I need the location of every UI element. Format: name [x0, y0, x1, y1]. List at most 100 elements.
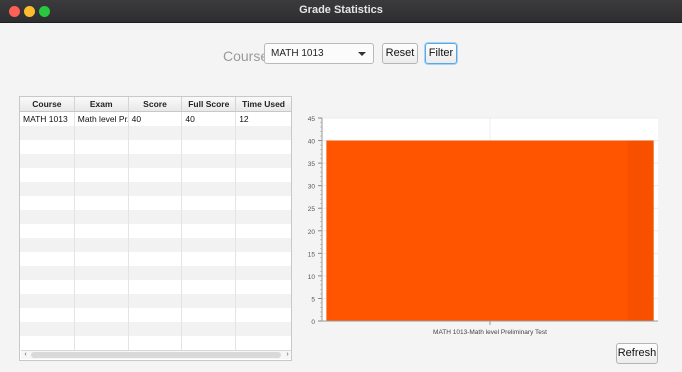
y-tick-label: 10 [308, 274, 316, 281]
empty-cell [75, 126, 129, 140]
table-body: MATH 1013 Math level Pr... 40 40 12 [20, 112, 291, 350]
empty-cell [20, 126, 75, 140]
empty-cell [129, 280, 183, 294]
empty-cell [75, 140, 129, 154]
empty-cell [20, 154, 75, 168]
empty-cell [182, 336, 237, 350]
empty-cell [129, 224, 183, 238]
empty-cell [182, 196, 237, 210]
empty-cell [182, 168, 237, 182]
empty-cell [182, 280, 237, 294]
empty-cell [236, 168, 291, 182]
table-row-empty [20, 308, 291, 322]
empty-cell [236, 154, 291, 168]
empty-cell [20, 182, 75, 196]
empty-cell [129, 168, 183, 182]
empty-cell [182, 154, 237, 168]
empty-cell [236, 308, 291, 322]
empty-cell [75, 252, 129, 266]
table-row-empty [20, 280, 291, 294]
chevron-down-icon [358, 52, 366, 56]
empty-cell [129, 140, 183, 154]
y-tick-label: 15 [308, 251, 316, 258]
reset-button[interactable]: Reset [382, 43, 418, 64]
table-row-empty [20, 322, 291, 336]
table-header: Course Exam Score Full Score Time Used [20, 97, 291, 112]
bar-shade [627, 140, 654, 321]
empty-cell [129, 294, 183, 308]
table-row-empty [20, 140, 291, 154]
column-header-score[interactable]: Score [129, 97, 183, 111]
title-bar: Grade Statistics [0, 0, 682, 23]
cell-time-used: 12 [239, 114, 249, 124]
empty-cell [236, 280, 291, 294]
y-tick-label: 5 [311, 296, 315, 303]
empty-cell [236, 238, 291, 252]
filter-button[interactable]: Filter [425, 43, 457, 64]
refresh-button[interactable]: Refresh [616, 343, 658, 364]
scrollbar-thumb[interactable] [31, 352, 281, 358]
empty-cell [75, 280, 129, 294]
empty-cell [75, 196, 129, 210]
empty-cell [129, 126, 183, 140]
empty-cell [75, 224, 129, 238]
empty-cell [236, 182, 291, 196]
empty-cell [75, 294, 129, 308]
empty-cell [182, 224, 237, 238]
empty-cell [20, 322, 75, 336]
empty-cell [20, 336, 75, 350]
table-row-empty [20, 266, 291, 280]
empty-cell [20, 140, 75, 154]
grades-table[interactable]: Course Exam Score Full Score Time Used M… [19, 96, 292, 361]
empty-cell [182, 210, 237, 224]
empty-cell [20, 238, 75, 252]
cell-exam: Math level Pr... [75, 112, 129, 126]
empty-cell [182, 238, 237, 252]
empty-cell [236, 126, 291, 140]
table-row[interactable]: MATH 1013 Math level Pr... 40 40 12 [20, 112, 291, 126]
table-row-empty [20, 210, 291, 224]
score-bar-chart: 0 5 10 15 20 25 30 35 40 45 MATH 1013-Math level P… [296, 103, 666, 343]
empty-cell [182, 126, 237, 140]
empty-cell [182, 182, 237, 196]
table-row-empty [20, 336, 291, 350]
empty-cell [182, 140, 237, 154]
column-header-course[interactable]: Course [20, 97, 75, 111]
column-header-time-used[interactable]: Time Used [236, 97, 291, 111]
empty-cell [20, 168, 75, 182]
empty-cell [75, 210, 129, 224]
table-row-empty [20, 168, 291, 182]
scroll-right-icon[interactable]: › [283, 351, 291, 359]
y-tick-label: 30 [308, 184, 316, 191]
table-row-empty [20, 294, 291, 308]
column-header-exam[interactable]: Exam [75, 97, 129, 111]
empty-cell [20, 224, 75, 238]
scroll-left-icon[interactable]: ‹ [21, 351, 30, 359]
bar [326, 140, 654, 321]
table-row-empty [20, 238, 291, 252]
column-header-full-score[interactable]: Full Score [182, 97, 237, 111]
empty-cell [20, 252, 75, 266]
window-title: Grade Statistics [299, 4, 383, 16]
empty-cell [236, 336, 291, 350]
y-tick-label: 45 [308, 116, 316, 123]
y-tick-label: 25 [308, 206, 316, 213]
table-row-empty [20, 252, 291, 266]
empty-cell [129, 252, 183, 266]
empty-cell [20, 266, 75, 280]
empty-cell [182, 322, 237, 336]
empty-cell [129, 238, 183, 252]
chart-canvas: 0 5 10 15 20 25 30 35 40 45 MATH 1013-Math level P… [308, 116, 658, 336]
empty-cell [75, 266, 129, 280]
empty-cell [75, 182, 129, 196]
x-tick-label: MATH 1013-Math level Preliminary Test [433, 329, 547, 336]
table-row-empty [20, 224, 291, 238]
course-dropdown[interactable]: MATH 1013 [264, 43, 374, 64]
empty-cell [75, 168, 129, 182]
empty-cell [236, 224, 291, 238]
horizontal-scrollbar[interactable]: ‹ › [21, 350, 291, 359]
cell-course: MATH 1013 [20, 112, 75, 126]
y-tick-label: 20 [308, 229, 316, 236]
empty-cell [129, 182, 183, 196]
course-dropdown-value: MATH 1013 [271, 48, 324, 59]
